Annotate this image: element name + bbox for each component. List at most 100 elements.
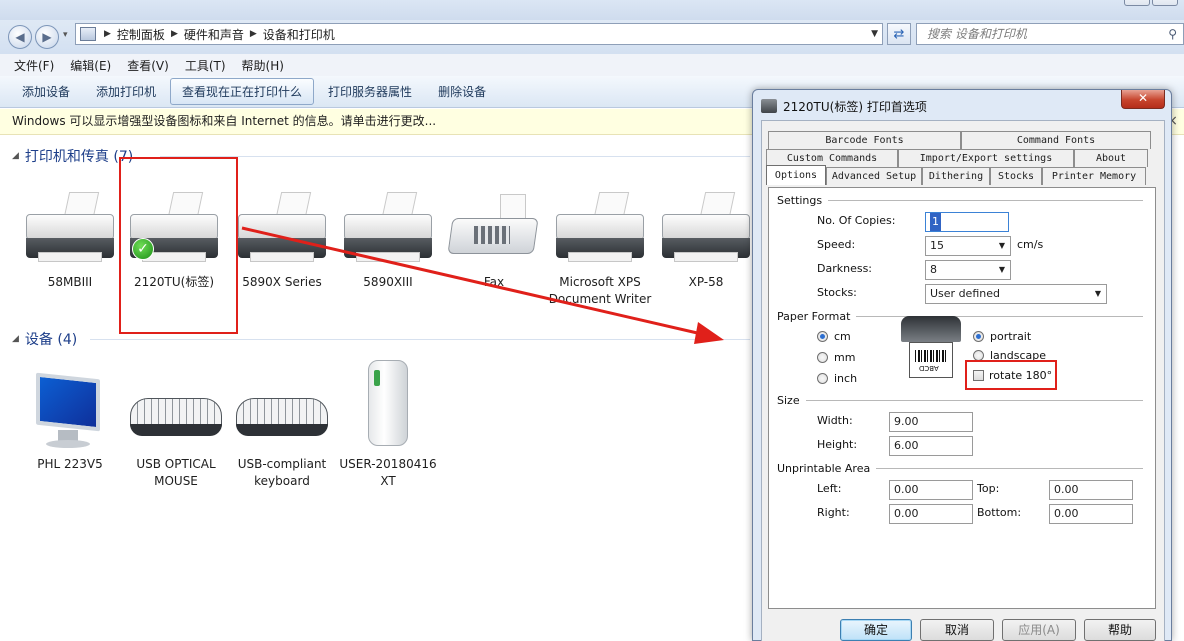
recent-pages-chevron-icon[interactable]: ▾: [63, 30, 68, 40]
chevron-right-icon[interactable]: ▶: [171, 29, 178, 39]
tab-dithering[interactable]: Dithering: [922, 167, 990, 185]
menu-bar: 文件(F) 编辑(E) 查看(V) 工具(T) 帮助(H): [0, 54, 1184, 76]
printer-small-icon: [761, 99, 777, 113]
fax-item[interactable]: Fax: [442, 190, 546, 291]
tab-about[interactable]: About: [1074, 149, 1148, 167]
unit-inch-radio[interactable]: inch: [817, 372, 857, 385]
cancel-button[interactable]: 取消: [920, 619, 994, 641]
radio-dot: [817, 331, 828, 342]
breadcrumb-hardware-sound[interactable]: 硬件和声音: [184, 26, 244, 43]
control-panel-icon: [80, 27, 96, 41]
breadcrumb-control-panel[interactable]: 控制面板: [117, 26, 165, 43]
collapse-triangle-icon[interactable]: ◢: [12, 334, 19, 344]
remove-device-button[interactable]: 删除设备: [426, 78, 498, 105]
address-dropdown-icon[interactable]: ▼: [871, 29, 878, 39]
speed-label: Speed:: [817, 238, 856, 251]
group-divider: [90, 339, 750, 340]
device-item[interactable]: USB-compliant keyboard: [230, 372, 334, 490]
menu-file[interactable]: 文件(F): [14, 57, 54, 74]
stocks-select[interactable]: User defined ▼: [925, 284, 1107, 304]
device-label: PHL 223V5: [37, 457, 103, 471]
top-margin-input[interactable]: 0.00: [1049, 480, 1133, 500]
tab-import-export[interactable]: Import/Export settings: [898, 149, 1074, 167]
computer-tower-icon: [348, 356, 428, 452]
maximize-button[interactable]: [1152, 0, 1178, 6]
chevron-right-icon[interactable]: ▶: [104, 29, 111, 39]
collapse-triangle-icon[interactable]: ◢: [12, 151, 19, 161]
bottom-margin-input[interactable]: 0.00: [1049, 504, 1133, 524]
radio-dot: [973, 331, 984, 342]
copies-input[interactable]: 1: [925, 212, 1009, 232]
see-whats-printing-button[interactable]: 查看现在正在打印什么: [170, 78, 315, 105]
paper-format-title: Paper Format: [777, 310, 851, 323]
settings-section: Settings: [777, 194, 1143, 207]
close-icon: ✕: [1137, 91, 1149, 105]
device-item[interactable]: PHL 223V5: [18, 372, 122, 473]
portrait-radio[interactable]: portrait: [973, 330, 1031, 343]
printer-label: 58MBIII: [47, 275, 93, 289]
left-margin-input[interactable]: 0.00: [889, 480, 973, 500]
tab-printer-memory[interactable]: Printer Memory: [1042, 167, 1146, 185]
breadcrumb-devices-printers[interactable]: 设备和打印机: [263, 26, 335, 43]
darkness-select[interactable]: 8 ▼: [925, 260, 1011, 280]
menu-edit[interactable]: 编辑(E): [70, 57, 111, 74]
info-bar-text: Windows 可以显示增强型设备图标和来自 Internet 的信息。请单击进…: [12, 114, 437, 128]
radio-dot: [817, 352, 828, 363]
height-input[interactable]: 6.00: [889, 436, 973, 456]
darkness-value: 8: [930, 263, 937, 276]
device-item[interactable]: USB OPTICAL MOUSE: [124, 372, 228, 490]
add-printer-button[interactable]: 添加打印机: [84, 78, 168, 105]
tab-stocks[interactable]: Stocks: [990, 167, 1042, 185]
printer-item[interactable]: 5890X Series: [230, 190, 334, 291]
print-server-properties-button[interactable]: 打印服务器属性: [316, 78, 424, 105]
forward-button[interactable]: ▶: [35, 25, 59, 49]
help-button[interactable]: 帮助: [1084, 619, 1156, 641]
speed-unit: cm/s: [1017, 238, 1044, 251]
width-input[interactable]: 9.00: [889, 412, 973, 432]
tab-advanced-setup[interactable]: Advanced Setup: [826, 167, 922, 185]
printers-group-header[interactable]: ◢ 打印机和传真 (7): [12, 146, 133, 166]
menu-help[interactable]: 帮助(H): [242, 57, 284, 74]
speed-value: 15: [930, 239, 944, 252]
ok-button[interactable]: 确定: [840, 619, 912, 641]
printer-item[interactable]: 5890XIII: [336, 190, 440, 291]
unprintable-section: Unprintable Area: [777, 462, 1143, 475]
unit-mm-radio[interactable]: mm: [817, 351, 855, 364]
size-section: Size: [777, 394, 1143, 407]
refresh-button[interactable]: ⇄: [887, 23, 911, 45]
printer-item[interactable]: 58MBIII: [18, 190, 122, 291]
printer-item[interactable]: Microsoft XPS Document Writer: [548, 190, 652, 310]
dialog-close-button[interactable]: ✕: [1121, 90, 1165, 109]
apply-button[interactable]: 应用(A): [1002, 619, 1076, 641]
monitor-icon: [30, 372, 110, 452]
printer-item[interactable]: XP-58: [654, 190, 758, 291]
back-button[interactable]: ◀: [8, 25, 32, 49]
search-input[interactable]: 搜索 设备和打印机 ⚲: [916, 23, 1184, 45]
printing-preferences-dialog: 2120TU(标签) 打印首选项 ✕ Barcode Fonts Command…: [752, 89, 1172, 641]
speed-select[interactable]: 15 ▼: [925, 236, 1011, 256]
right-margin-label: Right:: [817, 506, 850, 519]
tab-row-3: Options Advanced Setup Dithering Stocks …: [766, 165, 1146, 185]
device-item[interactable]: USER-20180416 XT: [336, 356, 440, 490]
address-bar[interactable]: ▶ 控制面板 ▶ 硬件和声音 ▶ 设备和打印机 ▼: [75, 23, 883, 45]
menu-view[interactable]: 查看(V): [127, 57, 169, 74]
chevron-right-icon[interactable]: ▶: [250, 29, 257, 39]
tab-options[interactable]: Options: [766, 165, 826, 185]
add-device-button[interactable]: 添加设备: [10, 78, 82, 105]
minimize-button[interactable]: [1124, 0, 1150, 6]
unit-cm-radio[interactable]: cm: [817, 330, 851, 343]
printer-label: 5890XIII: [363, 275, 413, 289]
left-margin-label: Left:: [817, 482, 842, 495]
top-margin-label: Top:: [977, 482, 1000, 495]
dialog-title-bar[interactable]: 2120TU(标签) 打印首选项: [761, 96, 927, 116]
printer-icon: [232, 190, 332, 270]
tab-command-fonts[interactable]: Command Fonts: [961, 131, 1151, 149]
tab-barcode-fonts[interactable]: Barcode Fonts: [768, 131, 961, 149]
search-icon[interactable]: ⚲: [1168, 24, 1177, 44]
menu-tools[interactable]: 工具(T): [185, 57, 226, 74]
right-margin-input[interactable]: 0.00: [889, 504, 973, 524]
devices-group-header[interactable]: ◢ 设备 (4): [12, 329, 77, 349]
tab-row-1: Barcode Fonts Command Fonts: [768, 131, 1151, 149]
search-placeholder: 搜索 设备和打印机: [927, 27, 1027, 41]
size-title: Size: [777, 394, 800, 407]
